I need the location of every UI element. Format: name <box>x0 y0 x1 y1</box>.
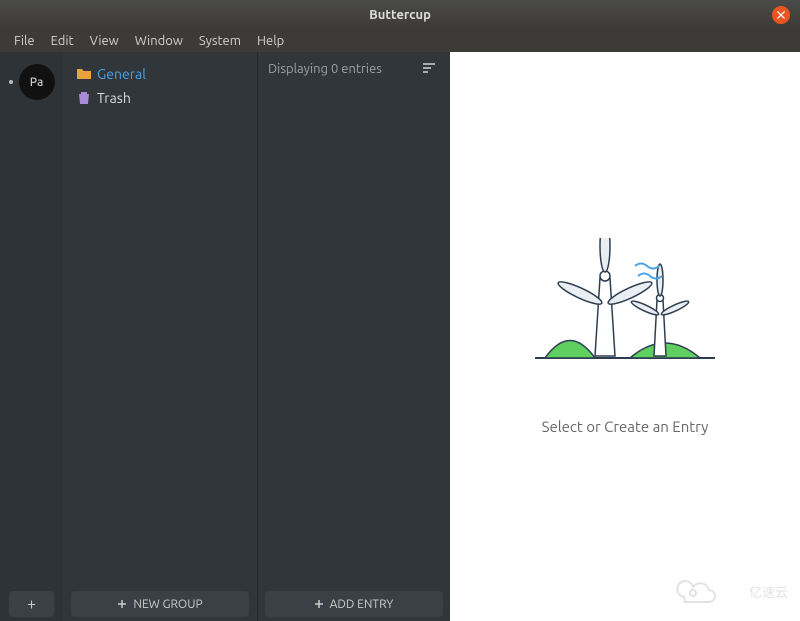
menu-window[interactable]: Window <box>127 32 191 50</box>
titlebar: Buttercup <box>0 0 800 30</box>
cloud-logo-icon <box>667 575 745 605</box>
new-group-label: NEW GROUP <box>133 598 202 611</box>
menu-view[interactable]: View <box>82 32 127 50</box>
groups-panel: General Trash <box>63 52 257 621</box>
bottom-toolbar: + NEW GROUP ADD ENTRY <box>0 587 450 621</box>
trash-icon <box>77 91 91 105</box>
menu-file[interactable]: File <box>6 32 43 50</box>
new-group-button[interactable]: NEW GROUP <box>71 591 249 617</box>
empty-state-text: Select or Create an Entry <box>542 418 709 435</box>
group-item-general[interactable]: General <box>71 62 249 86</box>
folder-icon <box>77 67 91 81</box>
sort-icon <box>422 61 436 75</box>
window-title: Buttercup <box>0 8 800 22</box>
vault-abbrev: Pa <box>30 76 44 89</box>
empty-state-illustration-icon <box>530 238 720 368</box>
menu-edit[interactable]: Edit <box>43 32 82 50</box>
entry-detail-panel: Select or Create an Entry <box>450 52 800 621</box>
watermark: 亿速云 <box>667 575 788 609</box>
sort-button[interactable] <box>418 57 440 82</box>
app-body: Pa General Trash Displaying 0 <box>0 52 800 621</box>
group-item-trash[interactable]: Trash <box>71 86 249 110</box>
menubar: File Edit View Window System Help <box>0 30 800 52</box>
plus-icon <box>314 599 324 609</box>
plus-icon: + <box>27 595 36 613</box>
vault-active-dot-icon <box>9 80 13 84</box>
group-label: Trash <box>97 90 131 106</box>
plus-icon <box>117 599 127 609</box>
window-close-button[interactable] <box>772 6 790 24</box>
add-vault-button[interactable]: + <box>9 591 54 617</box>
watermark-text: 亿速云 <box>749 586 788 600</box>
vault-avatar[interactable]: Pa <box>19 64 55 100</box>
entries-header: Displaying 0 entries <box>258 52 450 86</box>
add-entry-button[interactable]: ADD ENTRY <box>265 591 443 617</box>
menu-system[interactable]: System <box>191 32 249 50</box>
groups-list: General Trash <box>63 52 257 587</box>
menu-help[interactable]: Help <box>249 32 292 50</box>
close-icon <box>777 11 785 19</box>
group-label: General <box>97 66 146 82</box>
entries-count-label: Displaying 0 entries <box>268 62 382 76</box>
add-entry-label: ADD ENTRY <box>330 598 394 611</box>
vault-item[interactable]: Pa <box>9 64 55 100</box>
entries-list <box>258 86 450 587</box>
entries-panel: Displaying 0 entries <box>257 52 450 621</box>
vaults-sidebar: Pa <box>0 52 63 621</box>
